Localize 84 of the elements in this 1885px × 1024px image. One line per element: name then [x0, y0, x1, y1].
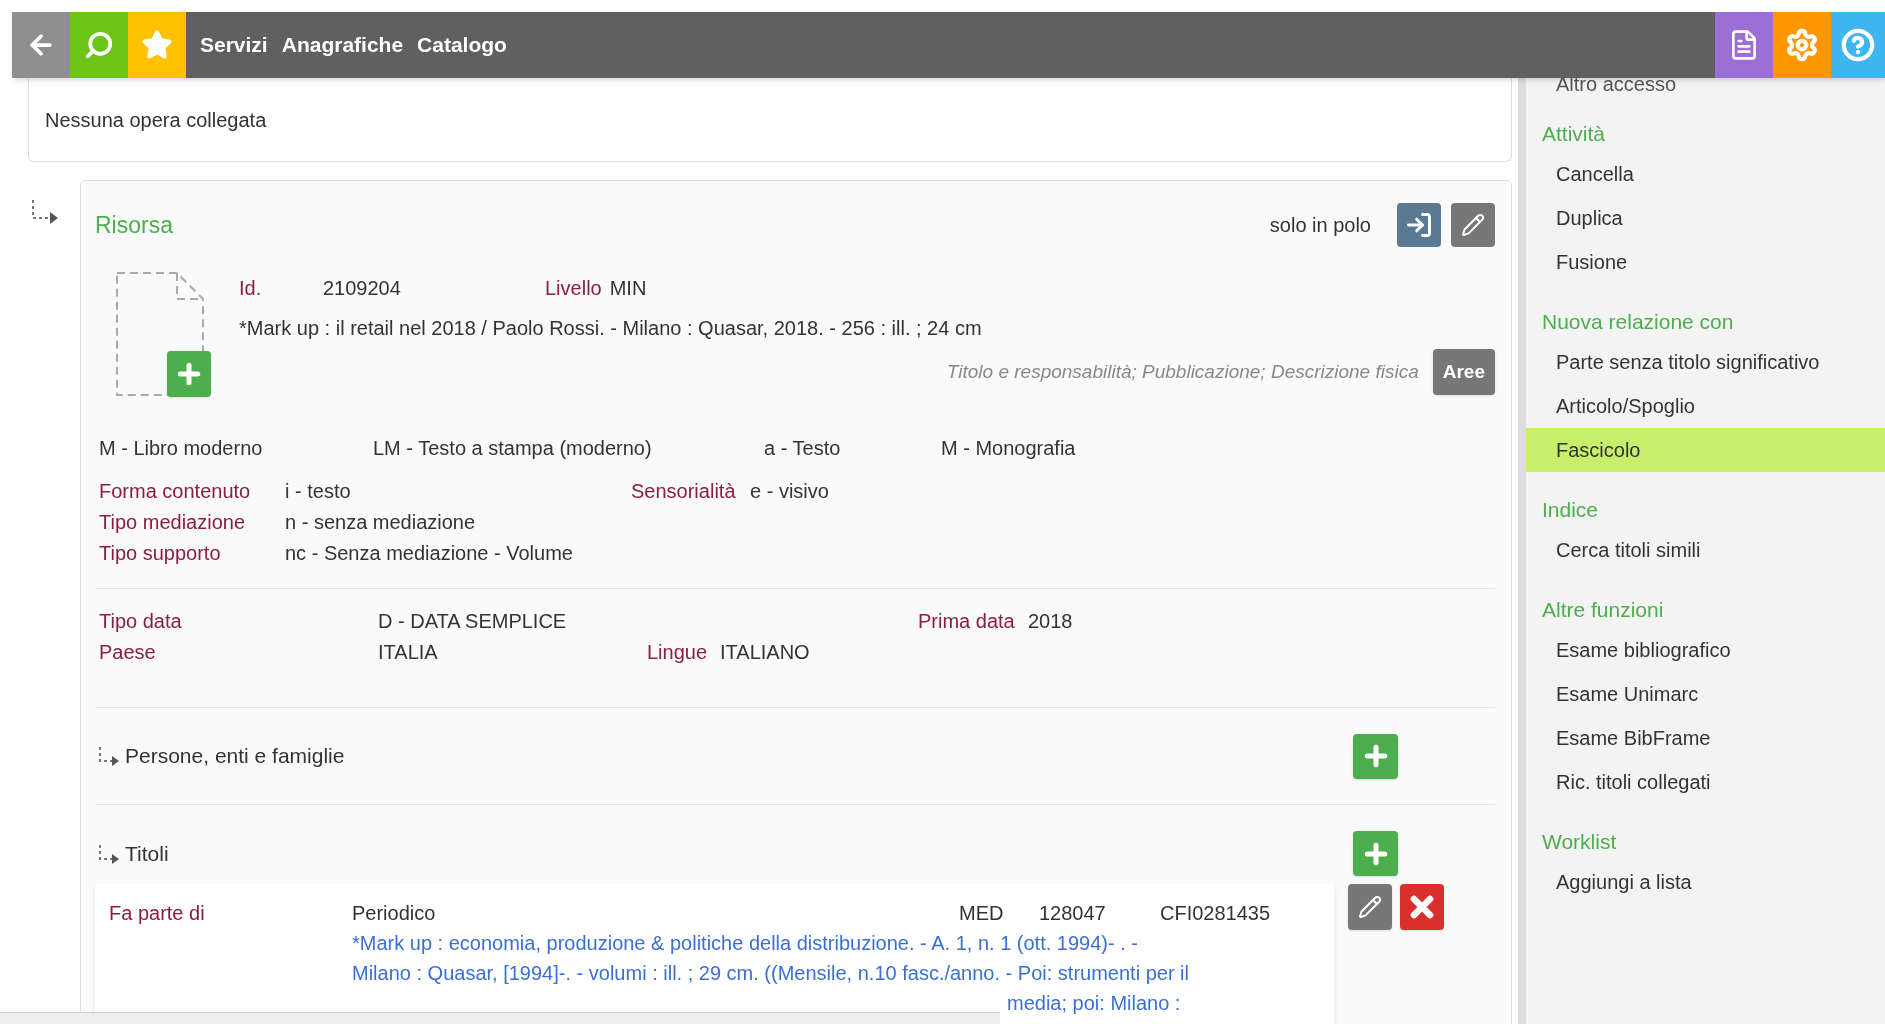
field-label: Tipo data: [99, 608, 183, 634]
field-label: Sensorialità: [631, 478, 737, 504]
pencil-icon: [1358, 895, 1382, 919]
favorites-button[interactable]: [128, 12, 186, 78]
sidebar-item[interactable]: Esame Unimarc: [1526, 672, 1885, 716]
level-value: MIN: [609, 276, 647, 301]
sidebar-heading: Worklist: [1541, 829, 1618, 856]
type-text: M - Libro moderno: [99, 436, 264, 461]
back-button[interactable]: [12, 12, 70, 78]
field-label: Lingue: [647, 639, 709, 665]
linked-title-text[interactable]: media; poi: Milano :: [1007, 988, 1181, 1018]
link-id: 128047: [1039, 901, 1107, 926]
tree-connector-icon: [97, 745, 121, 767]
pencil-icon: [1461, 213, 1485, 237]
sidebar-item[interactable]: Cancella: [1526, 152, 1885, 196]
areas-button[interactable]: Aree: [1432, 349, 1495, 395]
field-label: Tipo mediazione: [99, 509, 246, 535]
linked-works-text: Nessuna opera collegata: [45, 107, 267, 133]
link-type: Periodico: [352, 901, 437, 926]
search-button[interactable]: [70, 12, 128, 78]
id-value: 2109204: [323, 276, 402, 301]
import-button[interactable]: [1397, 203, 1441, 247]
section-title: Titoli: [125, 840, 170, 867]
sidebar-heading: Attività: [1541, 121, 1607, 148]
sidebar-item[interactable]: Fascicolo: [1526, 428, 1885, 472]
field-value: e - visivo: [750, 478, 829, 504]
field-value: nc - Senza mediazione - Volume: [285, 540, 573, 566]
field-value: 2018: [1028, 608, 1073, 634]
nav-menu-link[interactable]: Anagrafiche: [281, 12, 404, 78]
sidebar-item[interactable]: Altro accesso: [1526, 74, 1885, 102]
delete-link-button[interactable]: [1400, 884, 1444, 930]
type-text: a - Testo: [764, 436, 842, 461]
type-text: LM - Testo a stampa (moderno): [373, 436, 653, 461]
field-label: Forma contenuto: [99, 478, 252, 504]
id-label: Id.: [239, 276, 263, 301]
sidebar-item[interactable]: Fusione: [1526, 240, 1885, 284]
help-button[interactable]: [1831, 12, 1885, 78]
help-icon: [1841, 28, 1875, 62]
field-value: ITALIANO: [720, 639, 810, 665]
add-image-button[interactable]: [167, 351, 211, 397]
edit-button[interactable]: [1451, 203, 1495, 247]
linked-title-text[interactable]: Milano : Quasar, [1994]-. - volumi : ill. ; 29 cm. ((Mensile, n.10 fasc./anno. - Poi: strumenti per il: [352, 958, 1189, 988]
search-icon: [84, 30, 114, 60]
type-text: M - Monografia: [941, 436, 1076, 461]
field-label: Prima data: [918, 608, 1016, 634]
sidebar-item[interactable]: Esame BibFrame: [1526, 716, 1885, 760]
edit-link-button[interactable]: [1348, 884, 1392, 930]
sidebar-item[interactable]: Parte senza titolo significativo: [1526, 340, 1885, 384]
areas-hint: Titolo e responsabilità; Pubblicazione; Descrizione fisica: [946, 359, 1419, 384]
section-title: Persone, enti e famiglie: [125, 743, 346, 770]
linked-title-text[interactable]: *Mark up : economia, produzione & politiche della distribuzione. - A. 1, n. 1 (ott. 1994)- . -: [352, 928, 1138, 958]
sidebar-item[interactable]: Articolo/Spoglio: [1526, 384, 1885, 428]
settings-button[interactable]: [1773, 12, 1831, 78]
sidebar-heading: Indice: [1541, 497, 1600, 524]
sidebar-item[interactable]: Esame bibliografico: [1526, 628, 1885, 672]
field-value: ITALIA: [378, 639, 438, 665]
sidebar-item[interactable]: Ric. titoli collegati: [1526, 760, 1885, 804]
document-button[interactable]: [1715, 12, 1773, 78]
import-icon: [1405, 211, 1433, 239]
field-label: Tipo supporto: [99, 540, 222, 566]
tree-connector-icon: [30, 198, 60, 226]
link-label: Fa parte di: [109, 901, 206, 926]
resource-title: Risorsa: [95, 210, 173, 240]
tree-connector-icon: [97, 842, 121, 865]
star-icon: [141, 29, 173, 61]
sidebar-item[interactable]: Aggiungi a lista: [1526, 860, 1885, 904]
add-button[interactable]: [1353, 831, 1398, 876]
description-text: *Mark up : il retail nel 2018 / Paolo Rossi. - Milano : Quasar, 2018. - 256 : ill. ; 24 cm: [239, 316, 983, 341]
field-value: n - senza mediazione: [285, 509, 476, 535]
sidebar-heading: Nuova relazione con: [1541, 309, 1735, 336]
nav-menu-link[interactable]: Catalogo: [417, 12, 507, 78]
level-label: Livello: [545, 276, 602, 301]
field-label: Paese: [99, 639, 157, 665]
add-button[interactable]: [1353, 733, 1398, 779]
field-value: D - DATA SEMPLICE: [378, 608, 567, 634]
sidebar-heading: Altre funzioni: [1541, 597, 1665, 624]
settings-icon: [1785, 28, 1819, 62]
scope-text: solo in polo: [1269, 213, 1371, 238]
link-code: CFI0281435: [1160, 901, 1271, 926]
sidebar-item[interactable]: Cerca titoli simili: [1526, 528, 1885, 572]
nav-menu-link[interactable]: Servizi: [200, 12, 268, 78]
link-level: MED: [959, 901, 1005, 926]
field-value: i - testo: [285, 478, 351, 504]
sidebar-item[interactable]: Duplica: [1526, 196, 1885, 240]
